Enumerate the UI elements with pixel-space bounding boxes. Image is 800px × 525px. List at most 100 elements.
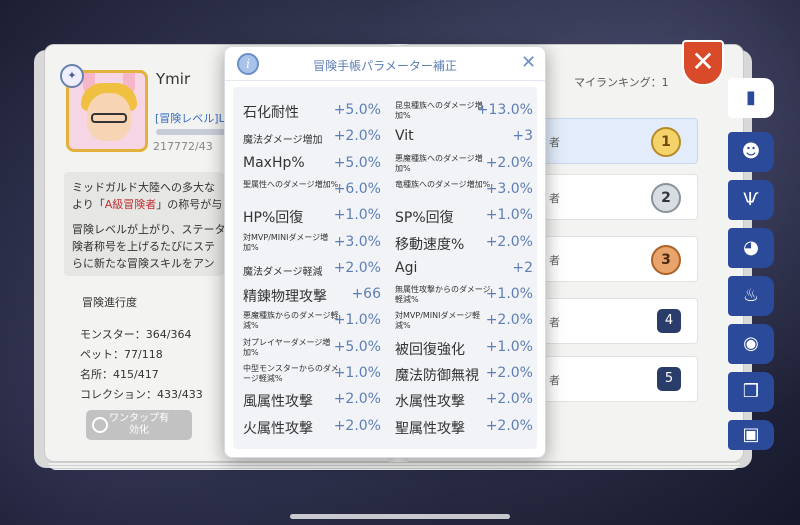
parameter-cell: 悪魔種族からのダメージ軽減% +1.0% <box>237 309 385 333</box>
parameter-label: 悪魔種族からのダメージ軽減% <box>243 311 339 331</box>
progress-stat-monster: モンスター：364/364 <box>80 328 192 341</box>
parameter-value: +13.0% <box>476 102 533 118</box>
parameter-cell: MaxHp% +5.0% <box>237 152 385 176</box>
pet-icon: ◕ <box>743 237 759 258</box>
player-name: Ymir <box>156 70 191 88</box>
exp-text: 217772/43 <box>153 140 213 153</box>
progress-title: 冒険進行度 <box>82 296 137 309</box>
parameter-cell: 対MVP/MINIダメージ軽減% +2.0% <box>389 309 537 333</box>
parameter-row: 風属性攻撃 +2.0% 水属性攻撃 +2.0% <box>233 388 537 414</box>
parameter-cell: 聖属性攻撃 +2.0% <box>389 415 537 439</box>
parameter-label: 精錬物理攻撃 <box>243 289 327 306</box>
close-icon: ✕ <box>691 45 715 78</box>
ranking-row[interactable]: 者 4 <box>540 298 698 344</box>
parameter-value: +5.0% <box>333 154 381 171</box>
parameter-row: 対MVP/MINIダメージ増加% +3.0% 移動速度% +2.0% <box>233 231 537 257</box>
one-tap-enable-button[interactable]: ワンタップ有 効化 <box>86 410 192 440</box>
tab-adventure-book[interactable]: ▮ <box>728 78 774 118</box>
rank-number-badge: 5 <box>657 367 681 391</box>
parameter-row: HP%回復 +1.0% SP%回復 +1.0% <box>233 204 537 230</box>
parameter-cell: 竜種族へのダメージ増加% +3.0% <box>389 178 537 202</box>
parameter-label: 火属性攻撃 <box>243 420 313 437</box>
rank-title-highlight: A級冒険者 <box>104 198 157 211</box>
parameter-value: +1.0% <box>485 286 533 303</box>
exp-bar <box>156 129 226 135</box>
parameter-value: +2.0% <box>333 391 381 408</box>
parameter-row: MaxHp% +5.0% 悪魔種族へのダメージ増加% +2.0% <box>233 152 537 178</box>
parameter-value: +6.0% <box>333 180 381 197</box>
tab-equipment[interactable]: Ѱ <box>728 180 774 220</box>
parameter-label: 中型モンスターからのダメージ軽減% <box>243 364 339 383</box>
parameter-label: 悪魔種族へのダメージ増加% <box>395 153 483 173</box>
avatar-glasses <box>91 113 127 123</box>
description-line: らに新たな冒険スキルをアン <box>72 257 215 270</box>
parameter-value: +2 <box>512 259 533 276</box>
parameter-row: 火属性攻撃 +2.0% 聖属性攻撃 +2.0% <box>233 415 537 441</box>
parameter-cell: 対プレイヤーダメージ増加% +5.0% <box>237 336 385 360</box>
parameter-cell: 魔法ダメージ軽減 +2.0% <box>237 257 385 281</box>
parameter-cell: 悪魔種族へのダメージ増加% +2.0% <box>389 152 537 176</box>
ranking-row[interactable]: 者 5 <box>540 356 698 402</box>
parameter-cell: 精錬物理攻撃 +66 <box>237 283 385 307</box>
parameter-value: +1.0% <box>333 365 381 381</box>
parameter-value: +1.0% <box>333 312 381 329</box>
parameter-value: +5.0% <box>333 102 381 118</box>
monster-face-icon: ☻ <box>741 141 761 162</box>
parameter-value: +2.0% <box>485 417 533 434</box>
progress-stat-collection: コレクション：433/433 <box>80 388 203 401</box>
parameter-row: 魔法ダメージ軽減 +2.0% Agi +2 <box>233 257 537 283</box>
ranking-row[interactable]: 者 1 <box>540 118 698 164</box>
close-button[interactable]: ✕ <box>682 40 724 86</box>
ranking-row[interactable]: 者 2 <box>540 174 698 220</box>
parameter-cell: 火属性攻撃 +2.0% <box>237 415 385 439</box>
my-ranking-label: マイランキング：1 <box>574 76 669 89</box>
parameter-value: +3.0% <box>333 233 381 250</box>
description-line: 険者称号を上げるたびにステ <box>72 240 215 253</box>
parameter-row: 魔法ダメージ増加 +2.0% Vit +3 <box>233 125 537 151</box>
modal-header: i 冒険手帳パラメーター補正 ✕ <box>225 47 545 81</box>
parameter-label: 魔法ダメージ軽減 <box>243 266 323 278</box>
parameter-row: 聖属性へのダメージ増加% +6.0% 竜種族へのダメージ増加% +3.0% <box>233 178 537 204</box>
parameter-value: +2.0% <box>485 312 533 329</box>
parameter-value: +2.0% <box>485 391 533 408</box>
parameter-label: 被回復強化 <box>395 341 465 358</box>
ranking-row[interactable]: 者 3 <box>540 236 698 282</box>
progress-stat-pet: ペット：77/118 <box>80 348 163 361</box>
silver-medal-icon: 2 <box>651 183 681 213</box>
parameter-label: 魔法ダメージ増加 <box>243 135 323 147</box>
tab-cooking[interactable]: ♨ <box>728 276 774 316</box>
book-page-edge <box>48 462 740 470</box>
parameter-cell: 中型モンスターからのダメージ軽減% +1.0% <box>237 362 385 386</box>
gold-medal-icon: 1 <box>651 127 681 157</box>
parameter-value: +5.0% <box>333 338 381 355</box>
refresh-icon <box>92 417 108 433</box>
tab-pets[interactable]: ◕ <box>728 228 774 268</box>
modal-close-icon[interactable]: ✕ <box>521 52 536 73</box>
parameter-cell: 魔法ダメージ増加 +2.0% <box>237 125 385 149</box>
parameter-label: 聖属性攻撃 <box>395 420 465 437</box>
parameter-label: Agi <box>395 259 418 276</box>
tab-collection[interactable]: ▣ <box>728 420 774 450</box>
adventurer-description: ミッドガルド大陸への多大な より「A級冒険者」の称号が与 冒険レベルが上がり、ス… <box>64 172 224 276</box>
parameter-cell: HP%回復 +1.0% <box>237 204 385 228</box>
parameter-cell: 昆虫種族へのダメージ増加% +13.0% <box>389 99 537 123</box>
tab-archive[interactable]: ❒ <box>728 372 774 412</box>
parameter-cell: 対MVP/MINIダメージ増加% +3.0% <box>237 231 385 255</box>
home-indicator[interactable] <box>290 514 510 519</box>
parameter-cell: 水属性攻撃 +2.0% <box>389 388 537 412</box>
parameter-label: 風属性攻撃 <box>243 394 313 411</box>
parameter-value: +2.0% <box>333 128 381 145</box>
adventure-level-label: [冒険レベル]L <box>155 112 225 125</box>
tab-landmarks[interactable]: ◉ <box>728 324 774 364</box>
parameter-cell: 聖属性へのダメージ増加% +6.0% <box>237 178 385 202</box>
chef-hat-icon: ♨ <box>742 285 760 306</box>
parameter-value: +2.0% <box>485 154 533 171</box>
tab-monsters[interactable]: ☻ <box>728 132 774 172</box>
description-line: ミッドガルド大陸への多大な <box>72 181 215 194</box>
guild-emblem-icon: ✦ <box>60 64 84 88</box>
parameter-row: 中型モンスターからのダメージ軽減% +1.0% 魔法防御無視 +2.0% <box>233 362 537 388</box>
parameter-value: +2.0% <box>485 365 533 381</box>
description-line: 冒険レベルが上がり、ステータ <box>72 223 224 236</box>
parameter-value: +1.0% <box>485 338 533 355</box>
book-icon: ▮ <box>746 87 756 108</box>
